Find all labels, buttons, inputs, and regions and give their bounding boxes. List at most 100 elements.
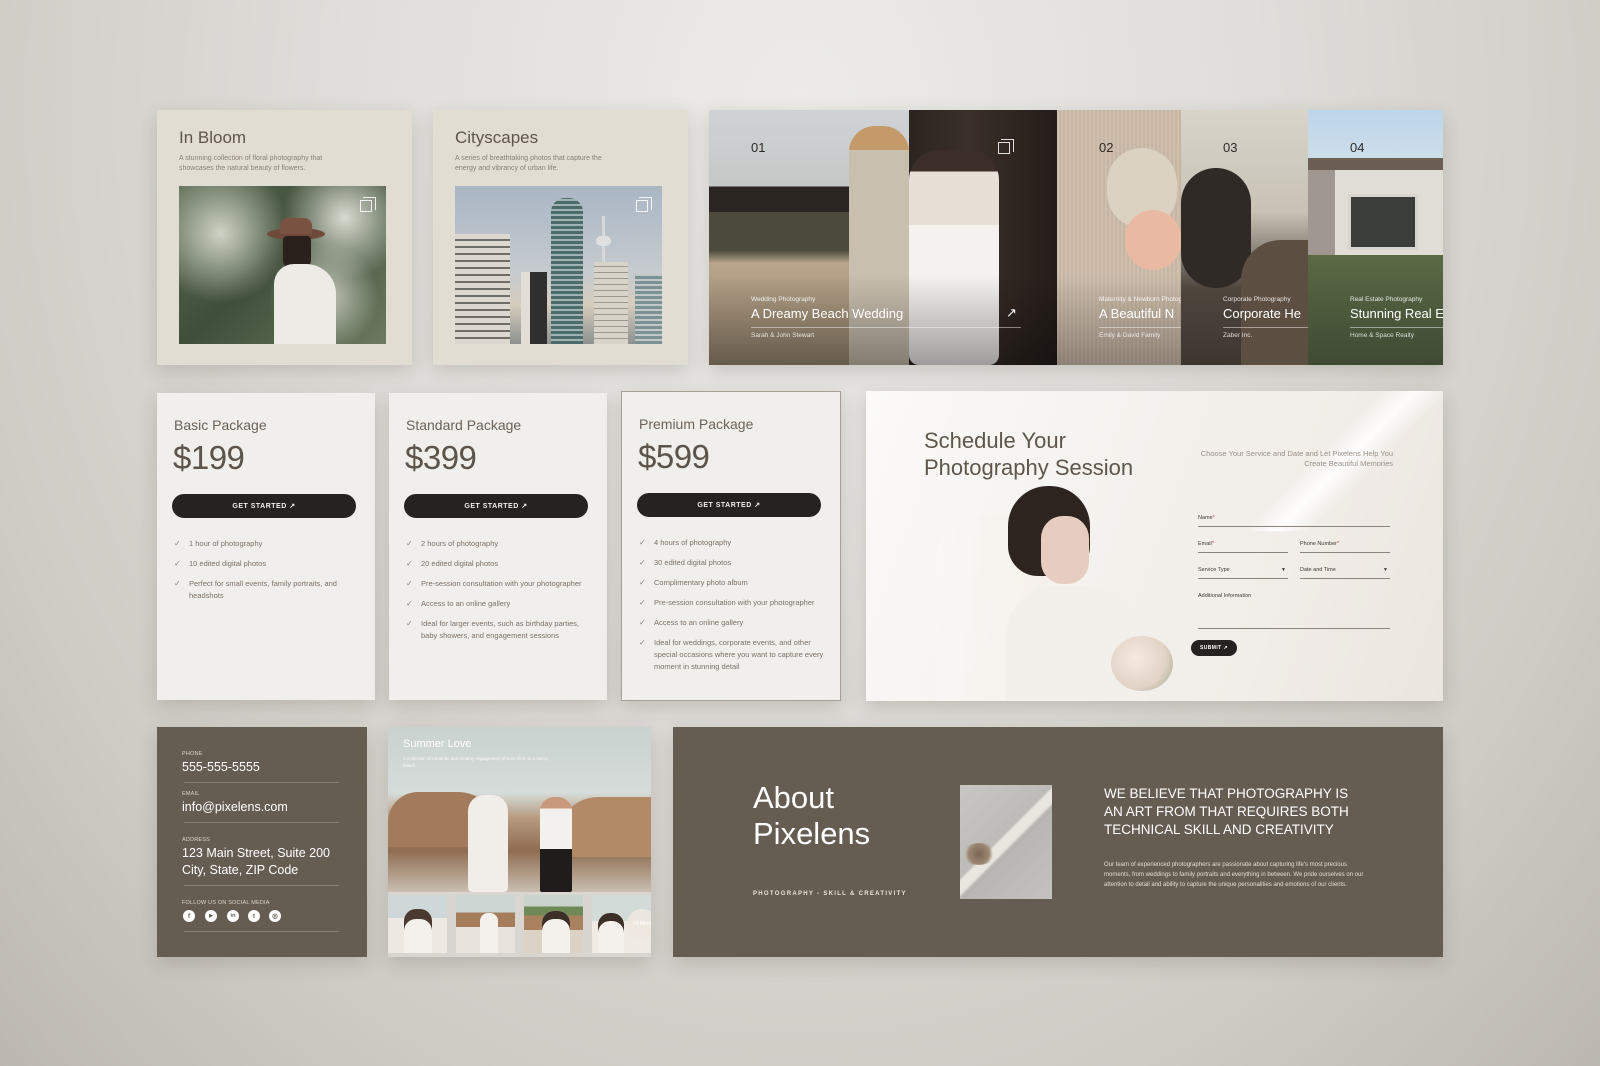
schedule-session-card: Schedule Your Photography Session Choose … (866, 391, 1443, 701)
slide-category: Wedding Photography (751, 296, 816, 303)
get-started-button[interactable]: GET STARTED ↗ (172, 494, 356, 518)
facebook-icon[interactable]: f (183, 910, 195, 922)
check-icon: ✓ (639, 618, 646, 627)
shadow-silhouette (1181, 168, 1251, 288)
building-right (594, 262, 628, 344)
bride-figure (480, 913, 498, 953)
feature-item: ✓ Ideal for weddings, corporate events, a… (639, 638, 824, 671)
divider (184, 885, 339, 886)
bride-face (1041, 516, 1089, 584)
about-heading: We believe that photography is an art fr… (1104, 786, 1349, 837)
building-far-right (635, 274, 662, 344)
phone-number-field[interactable]: Phone Number* (1300, 541, 1390, 553)
arrow-up-right-icon[interactable]: ↗ (1006, 305, 1017, 321)
phone-label: PHONE (182, 751, 203, 757)
gallery-thumbnail[interactable] (456, 895, 515, 953)
portfolio-card-in-bloom[interactable]: In Bloom A stunning collection of floral… (157, 110, 412, 365)
slide-number: 01 (751, 140, 766, 155)
instagram-icon[interactable]: ◎ (269, 910, 281, 922)
feature-list: ✓ 2 hours of photography ✓ 20 edited digit… (406, 538, 593, 650)
chevron-down-icon: ▼ (1281, 567, 1286, 573)
feature-item: ✓ Pre-session consultation with your phot… (639, 598, 815, 607)
check-icon: ✓ (639, 638, 646, 647)
gallery-thumbnail[interactable] (388, 895, 447, 953)
check-icon: ✓ (406, 579, 413, 588)
about-photo-lace (960, 785, 1052, 899)
slide-title: A Dreamy Beach Wedding (751, 306, 904, 321)
email-value[interactable]: info@pixelens.com (182, 799, 288, 816)
chevron-down-icon: ▼ (1383, 567, 1388, 573)
house-roof (1308, 158, 1443, 170)
email-label: EMAIL (182, 791, 200, 797)
gallery-copy-icon[interactable] (998, 139, 1014, 154)
check-icon: ✓ (639, 558, 646, 567)
feature-item: ✓ 2 hours of photography (406, 539, 499, 548)
slide-divider (1223, 327, 1308, 328)
couple-figure (542, 911, 570, 953)
bouquet (1111, 636, 1173, 691)
slide-divider (1099, 327, 1181, 328)
portfolio-title: In Bloom (179, 128, 247, 147)
couple-figure (404, 909, 432, 953)
carousel-slide-1[interactable]: 01 Wedding Photography A Dreamy Beach We… (709, 110, 1057, 365)
slide-title: A Beautiful N (1099, 306, 1175, 321)
carousel-slide-3[interactable]: 03 Corporate Photography Corporate He Za… (1181, 110, 1308, 365)
slide-divider (1350, 327, 1443, 328)
portfolio-card-cityscapes[interactable]: Cityscapes A series of breathtaking phot… (433, 110, 688, 365)
gallery-copy-icon[interactable] (636, 197, 652, 212)
email-field[interactable]: Email* (1198, 541, 1288, 553)
portfolio-description: A series of breathtaking photos that cap… (455, 155, 602, 172)
slide-divider (751, 327, 1021, 328)
youtube-icon[interactable]: ▶ (205, 910, 217, 922)
twitter-icon[interactable]: t (248, 910, 260, 922)
phone-value[interactable]: 555-555-5555 (182, 759, 260, 776)
linkedin-icon[interactable]: in (227, 910, 239, 922)
gallery-main-photo[interactable]: Summer Love A collection of romantic and… (388, 727, 651, 892)
feature-item: ✓ Access to an online gallery (406, 599, 511, 608)
schedule-subtitle: Choose Your Service and Date and Let Pix… (1200, 449, 1393, 468)
baby-face (1125, 210, 1181, 270)
tower-glass (551, 198, 583, 344)
check-icon: ✓ (639, 598, 646, 607)
gallery-copy-icon[interactable] (360, 197, 376, 212)
portfolio-photo-woman-flowers[interactable] (179, 186, 386, 344)
feature-list: ✓ 1 hour of photography ✓ 10 edited digita… (174, 538, 361, 610)
submit-button[interactable]: SUBMIT ↗ (1191, 640, 1237, 656)
bride-photo (936, 486, 1186, 701)
feature-item: ✓ 10 edited digital photos (174, 559, 267, 568)
check-icon: ✓ (174, 579, 181, 588)
gallery-thumbnail[interactable] (524, 895, 583, 953)
check-icon: ✓ (639, 538, 646, 547)
check-icon: ✓ (406, 599, 413, 608)
slide-title: Stunning Real E (1350, 306, 1443, 321)
slide-number: 04 (1350, 140, 1365, 155)
slide-client: Zaber Inc. (1223, 332, 1253, 339)
pricing-card-premium: Premium Package $599 GET STARTED ↗ ✓ 4 ho… (621, 391, 841, 701)
date-time-select[interactable]: Date and Time ▼ (1300, 567, 1390, 579)
feature-item: ✓ Pre-session consultation with your phot… (406, 579, 582, 588)
slide-category: Maternity & Newborn Photography (1099, 296, 1181, 303)
social-label: FOLLOW US ON SOCIAL MEDIA (182, 900, 270, 906)
check-icon: ✓ (174, 559, 181, 568)
package-price: $199 (173, 439, 245, 476)
schedule-title: Schedule Your Photography Session (924, 428, 1134, 480)
feature-item: ✓ Complimentary photo album (639, 578, 748, 587)
feature-item: ✓ 4 hours of photography (639, 538, 732, 547)
carousel-slide-4[interactable]: 04 Real Estate Photography Stunning Real… (1308, 110, 1443, 365)
woman-hat-crown (280, 218, 312, 234)
divider (184, 931, 339, 932)
additional-info-textarea[interactable]: Additional Information (1198, 593, 1390, 629)
get-started-button[interactable]: GET STARTED ↗ (637, 493, 821, 517)
name-field[interactable]: Name* (1198, 515, 1390, 527)
gallery-thumbnail[interactable]: +3 More (592, 895, 651, 953)
carousel-slide-2[interactable]: 02 Maternity & Newborn Photography A Bea… (1057, 110, 1181, 365)
package-name: Basic Package (174, 417, 267, 433)
slide-number: 02 (1099, 140, 1114, 155)
feature-item: ✓ Perfect for small events, family portra… (174, 579, 337, 600)
package-price: $599 (638, 438, 710, 475)
get-started-button[interactable]: GET STARTED ↗ (404, 494, 588, 518)
portfolio-photo-city[interactable] (455, 186, 662, 344)
slide-client: Sarah & John Stewart (751, 332, 815, 339)
service-type-select[interactable]: Service Type ▼ (1198, 567, 1288, 579)
more-photos-badge[interactable]: +3 More (627, 909, 651, 939)
